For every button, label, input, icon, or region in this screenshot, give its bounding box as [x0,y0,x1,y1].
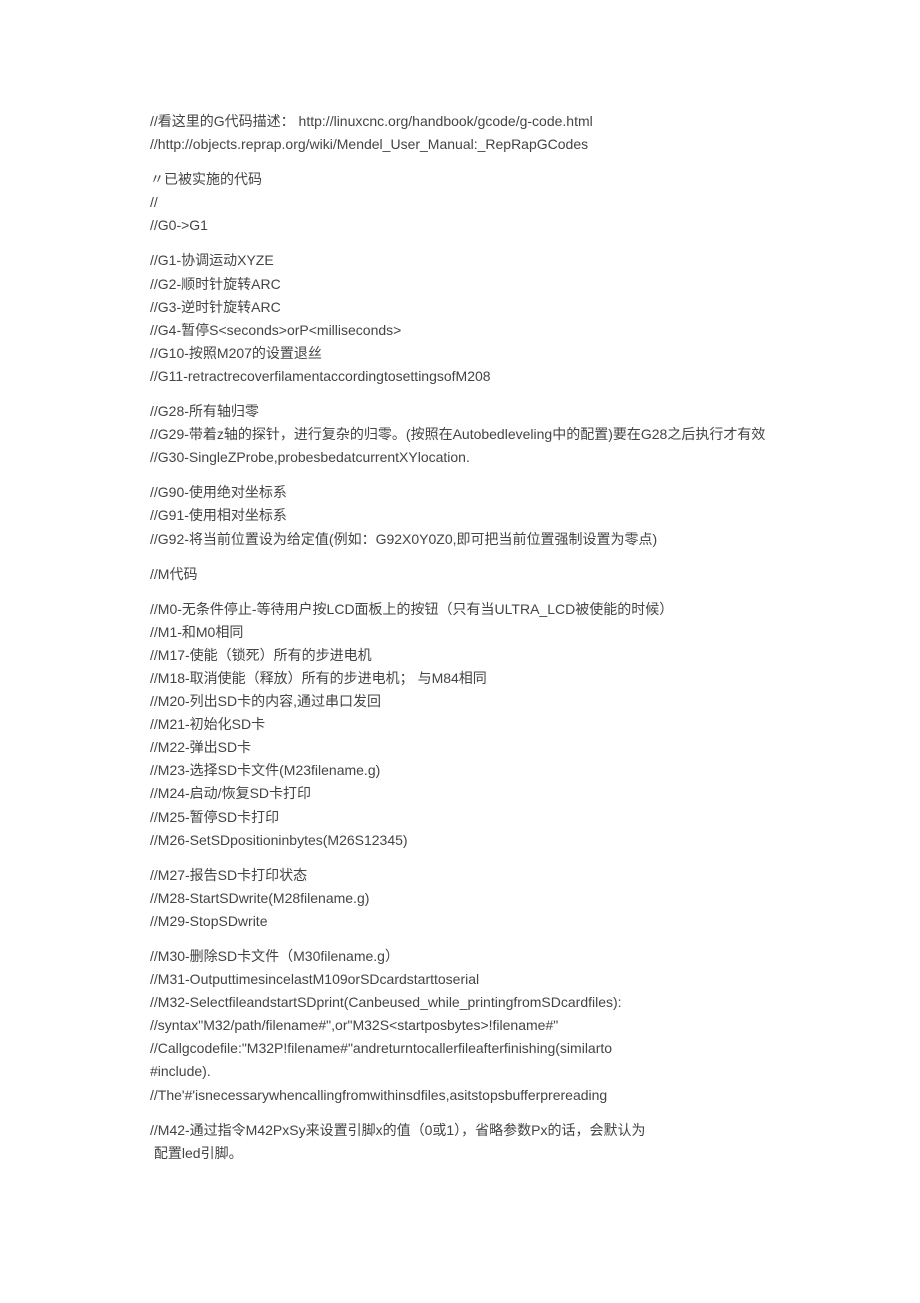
text-block: //G1-协调运动XYZE//G2-顺时针旋转ARC//G3-逆时针旋转ARC/… [150,249,770,388]
text-line: //M29-StopSDwrite [150,910,770,933]
text-line: // [150,191,770,214]
text-line: //M20-列出SD卡的内容,通过串口发回 [150,690,770,713]
text-line: //G0->G1 [150,214,770,237]
text-block: //M30-删除SD卡文件（M30filename.g）//M31-Output… [150,945,770,1107]
document-content: //看这里的G代码描述： http://linuxcnc.org/handboo… [150,110,770,1165]
text-line: //The'#'isnecessarywhencallingfromwithin… [150,1084,770,1107]
text-line: 配置led引脚。 [150,1142,770,1165]
text-block: //G90-使用绝对坐标系//G91-使用相对坐标系//G92-将当前位置设为给… [150,481,770,550]
text-line: //G1-协调运动XYZE [150,249,770,272]
text-block: //M0-无条件停止-等待用户按LCD面板上的按钮（只有当ULTRA_LCD被使… [150,598,770,852]
text-line: //M26-SetSDpositioninbytes(M26S12345) [150,829,770,852]
text-block: //M代码 [150,563,770,586]
text-line: 〃已被实施的代码 [150,168,770,191]
text-line: //G28-所有轴归零 [150,400,770,423]
text-line: //G92-将当前位置设为给定值(例如：G92X0Y0Z0,即可把当前位置强制设… [150,528,770,551]
text-line: //M28-StartSDwrite(M28filename.g) [150,887,770,910]
text-line: //M17-使能（锁死）所有的步进电机 [150,644,770,667]
text-line: //M25-暂停SD卡打印 [150,806,770,829]
text-line: //G29-带着z轴的探针，进行复杂的归零。(按照在Autobedlevelin… [150,423,770,446]
text-line: //M代码 [150,563,770,586]
text-line: //G91-使用相对坐标系 [150,504,770,527]
text-line: //G10-按照M207的设置退丝 [150,342,770,365]
text-line: //M22-弹出SD卡 [150,736,770,759]
text-line: //G11-retractrecoverfilamentaccordingtos… [150,365,770,388]
text-line: //看这里的G代码描述： http://linuxcnc.org/handboo… [150,110,770,133]
text-line: //M31-OutputtimesincelastM109orSDcardsta… [150,968,770,991]
text-line: //G90-使用绝对坐标系 [150,481,770,504]
text-line: //G3-逆时针旋转ARC [150,296,770,319]
text-line: //M27-报告SD卡打印状态 [150,864,770,887]
text-line: //M32-SelectfileandstartSDprint(Canbeuse… [150,991,770,1014]
text-line: //M30-删除SD卡文件（M30filename.g） [150,945,770,968]
text-block: //M27-报告SD卡打印状态//M28-StartSDwrite(M28fil… [150,864,770,933]
text-line: #include). [150,1060,770,1083]
text-line: //M1-和M0相同 [150,621,770,644]
text-block: 〃已被实施的代码////G0->G1 [150,168,770,237]
text-block: //看这里的G代码描述： http://linuxcnc.org/handboo… [150,110,770,156]
text-line: //G2-顺时针旋转ARC [150,273,770,296]
text-line: //M42-通过指令M42PxSy来设置引脚x的值（0或1），省略参数Px的话，… [150,1119,770,1142]
text-line: //http://objects.reprap.org/wiki/Mendel_… [150,133,770,156]
text-line: //M18-取消使能（释放）所有的步进电机； 与M84相同 [150,667,770,690]
document-page: //看这里的G代码描述： http://linuxcnc.org/handboo… [0,0,920,1303]
text-line: //syntax"M32/path/filename#",or"M32S<sta… [150,1014,770,1037]
text-line: //Callgcodefile:"M32P!filename#"andretur… [150,1037,770,1060]
text-line: //M0-无条件停止-等待用户按LCD面板上的按钮（只有当ULTRA_LCD被使… [150,598,770,621]
text-block: //M42-通过指令M42PxSy来设置引脚x的值（0或1），省略参数Px的话，… [150,1119,770,1165]
text-line: //M23-选择SD卡文件(M23filename.g) [150,759,770,782]
text-line: //G30-SingleZProbe,probesbedatcurrentXYl… [150,446,770,469]
text-block: //G28-所有轴归零//G29-带着z轴的探针，进行复杂的归零。(按照在Aut… [150,400,770,469]
text-line: //G4-暂停S<seconds>orP<milliseconds> [150,319,770,342]
text-line: //M24-启动/恢复SD卡打印 [150,782,770,805]
text-line: //M21-初始化SD卡 [150,713,770,736]
